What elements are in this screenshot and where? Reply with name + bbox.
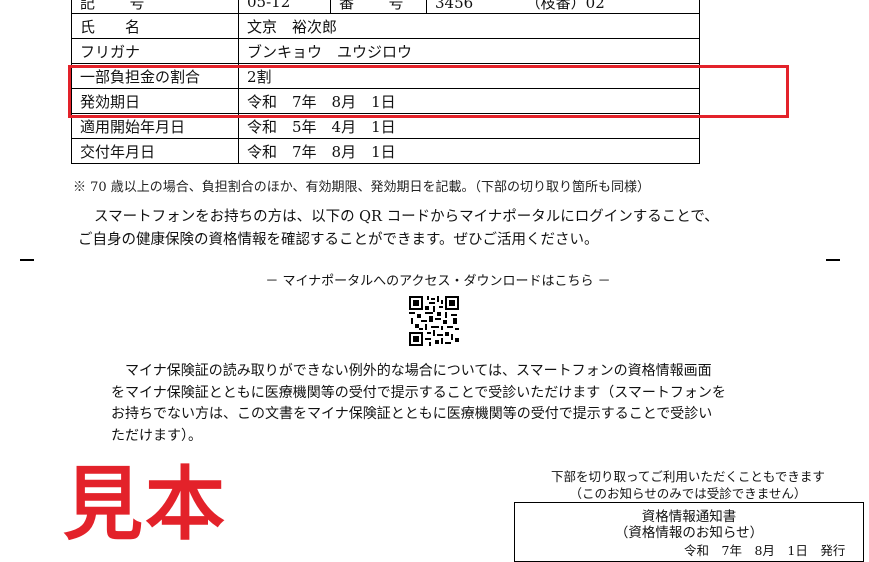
paragraph-line: マイナ保険証の読み取りができない例外的な場合については、スマートフォンの資格情報… — [111, 363, 712, 379]
table-row: 交付年月日 令和 7年 8月 1日 — [71, 138, 700, 164]
age-note: ※ 70 歳以上の場合、負担割合のほか、有効期限、発効期日を記載。（下部の切り取… — [73, 180, 651, 195]
exception-paragraph: マイナ保険証の読み取りができない例外的な場合については、スマートフォンの資格情報… — [111, 361, 751, 447]
access-heading: － マイナポータルへのアクセス・ダウンロードはこちら － — [265, 274, 611, 289]
table-row-symbol: 記 号 05-12 番 号 3456 （枝番）02 — [71, 0, 700, 14]
cut-mark-right — [826, 259, 840, 261]
paragraph-line: ご自身の健康保険の資格情報を確認することができます。ぜひご活用ください。 — [78, 232, 599, 248]
cut-mark-left — [20, 259, 34, 261]
furigana-value: ブンキョウ ユウジロウ — [238, 38, 700, 64]
name-value: 文京 裕次郎 — [238, 13, 700, 39]
issue-date-value: 令和 7年 8月 1日 — [238, 138, 700, 164]
name-label: 氏 名 — [71, 13, 239, 39]
number-value: 3456 （枝番）02 — [426, 0, 700, 14]
number-label: 番 号 — [330, 0, 427, 14]
symbol-value: 05-12 — [238, 0, 331, 14]
paragraph-line: お持ちでない方は、この文書をマイナ保険証とともに医療機関等の受付で提示することで… — [111, 406, 713, 422]
smartphone-paragraph: スマートフォンをお持ちの方は、以下の QR コードからマイナポータルにログインす… — [78, 206, 814, 252]
furigana-label: フリガナ — [71, 38, 239, 64]
table-row: 氏 名 文京 裕次郎 — [71, 13, 700, 39]
symbol-label: 記 号 — [71, 0, 239, 14]
sample-stamp: 見本 — [63, 458, 227, 551]
highlight-box — [68, 65, 789, 118]
table-row: フリガナ ブンキョウ ユウジロウ — [71, 38, 700, 64]
issue-date-label: 交付年月日 — [71, 138, 239, 164]
notice-subtitle: （資格情報のお知らせ） — [614, 525, 764, 541]
qr-code-icon[interactable] — [409, 296, 459, 346]
paragraph-line: をマイナ保険証とともに医療機関等の受付で提示することで受診いただけます（スマート… — [111, 384, 726, 401]
paragraph-line: スマートフォンをお持ちの方は、以下の QR コードからマイナポータルにログインす… — [94, 209, 719, 225]
cutoff-note-sub: （このお知らせのみでは受診できません） — [569, 486, 807, 501]
